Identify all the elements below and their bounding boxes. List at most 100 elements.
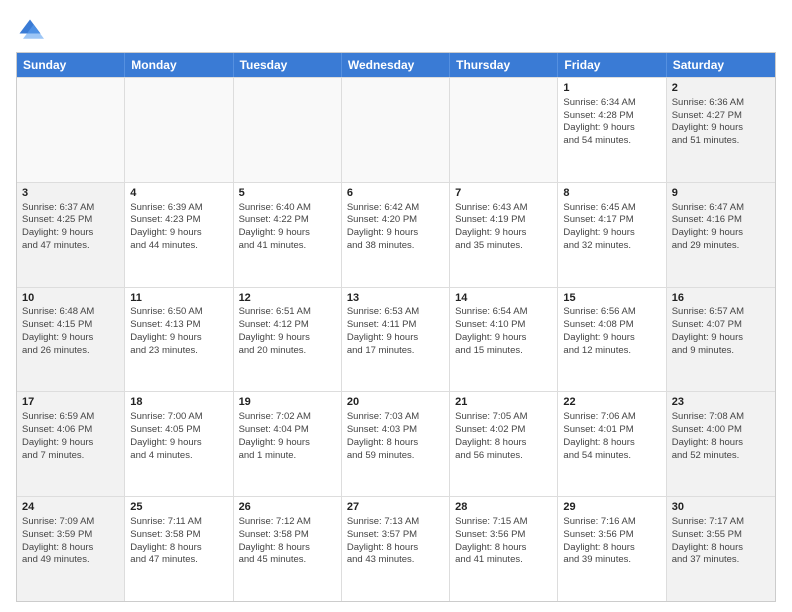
calendar-day-22: 22Sunrise: 7:06 AM Sunset: 4:01 PM Dayli…	[558, 392, 666, 496]
day-info: Sunrise: 7:15 AM Sunset: 3:56 PM Dayligh…	[455, 516, 552, 567]
day-number: 9	[672, 186, 770, 201]
day-info: Sunrise: 7:11 AM Sunset: 3:58 PM Dayligh…	[130, 516, 227, 567]
day-info: Sunrise: 6:51 AM Sunset: 4:12 PM Dayligh…	[239, 306, 336, 357]
logo-icon	[16, 16, 44, 44]
calendar-day-16: 16Sunrise: 6:57 AM Sunset: 4:07 PM Dayli…	[667, 288, 775, 392]
weekday-header-sunday: Sunday	[17, 53, 125, 77]
weekday-header-thursday: Thursday	[450, 53, 558, 77]
day-number: 26	[239, 500, 336, 515]
day-number: 20	[347, 395, 444, 410]
day-info: Sunrise: 7:12 AM Sunset: 3:58 PM Dayligh…	[239, 516, 336, 567]
day-info: Sunrise: 7:08 AM Sunset: 4:00 PM Dayligh…	[672, 411, 770, 462]
calendar-empty-cell	[342, 78, 450, 182]
calendar-empty-cell	[125, 78, 233, 182]
calendar-day-24: 24Sunrise: 7:09 AM Sunset: 3:59 PM Dayli…	[17, 497, 125, 601]
day-number: 21	[455, 395, 552, 410]
day-info: Sunrise: 6:57 AM Sunset: 4:07 PM Dayligh…	[672, 306, 770, 357]
day-info: Sunrise: 7:16 AM Sunset: 3:56 PM Dayligh…	[563, 516, 660, 567]
day-number: 27	[347, 500, 444, 515]
day-number: 12	[239, 291, 336, 306]
day-info: Sunrise: 6:40 AM Sunset: 4:22 PM Dayligh…	[239, 202, 336, 253]
calendar-day-25: 25Sunrise: 7:11 AM Sunset: 3:58 PM Dayli…	[125, 497, 233, 601]
weekday-header-saturday: Saturday	[667, 53, 775, 77]
calendar-day-5: 5Sunrise: 6:40 AM Sunset: 4:22 PM Daylig…	[234, 183, 342, 287]
day-number: 14	[455, 291, 552, 306]
day-info: Sunrise: 7:03 AM Sunset: 4:03 PM Dayligh…	[347, 411, 444, 462]
day-info: Sunrise: 7:05 AM Sunset: 4:02 PM Dayligh…	[455, 411, 552, 462]
day-number: 18	[130, 395, 227, 410]
day-number: 1	[563, 81, 660, 96]
weekday-header-wednesday: Wednesday	[342, 53, 450, 77]
day-number: 29	[563, 500, 660, 515]
calendar-body: 1Sunrise: 6:34 AM Sunset: 4:28 PM Daylig…	[17, 77, 775, 601]
day-number: 2	[672, 81, 770, 96]
day-number: 30	[672, 500, 770, 515]
day-info: Sunrise: 6:59 AM Sunset: 4:06 PM Dayligh…	[22, 411, 119, 462]
day-info: Sunrise: 7:06 AM Sunset: 4:01 PM Dayligh…	[563, 411, 660, 462]
calendar-day-28: 28Sunrise: 7:15 AM Sunset: 3:56 PM Dayli…	[450, 497, 558, 601]
calendar-day-19: 19Sunrise: 7:02 AM Sunset: 4:04 PM Dayli…	[234, 392, 342, 496]
day-number: 22	[563, 395, 660, 410]
day-info: Sunrise: 6:56 AM Sunset: 4:08 PM Dayligh…	[563, 306, 660, 357]
day-number: 25	[130, 500, 227, 515]
day-number: 3	[22, 186, 119, 201]
calendar-day-6: 6Sunrise: 6:42 AM Sunset: 4:20 PM Daylig…	[342, 183, 450, 287]
calendar-day-2: 2Sunrise: 6:36 AM Sunset: 4:27 PM Daylig…	[667, 78, 775, 182]
calendar-day-10: 10Sunrise: 6:48 AM Sunset: 4:15 PM Dayli…	[17, 288, 125, 392]
day-number: 23	[672, 395, 770, 410]
weekday-header-friday: Friday	[558, 53, 666, 77]
calendar-week-1: 1Sunrise: 6:34 AM Sunset: 4:28 PM Daylig…	[17, 77, 775, 182]
calendar-day-11: 11Sunrise: 6:50 AM Sunset: 4:13 PM Dayli…	[125, 288, 233, 392]
calendar-week-2: 3Sunrise: 6:37 AM Sunset: 4:25 PM Daylig…	[17, 182, 775, 287]
weekday-header-monday: Monday	[125, 53, 233, 77]
calendar-week-3: 10Sunrise: 6:48 AM Sunset: 4:15 PM Dayli…	[17, 287, 775, 392]
calendar-day-8: 8Sunrise: 6:45 AM Sunset: 4:17 PM Daylig…	[558, 183, 666, 287]
day-number: 19	[239, 395, 336, 410]
day-info: Sunrise: 6:48 AM Sunset: 4:15 PM Dayligh…	[22, 306, 119, 357]
day-number: 6	[347, 186, 444, 201]
calendar-day-9: 9Sunrise: 6:47 AM Sunset: 4:16 PM Daylig…	[667, 183, 775, 287]
day-number: 11	[130, 291, 227, 306]
day-info: Sunrise: 6:37 AM Sunset: 4:25 PM Dayligh…	[22, 202, 119, 253]
calendar-day-21: 21Sunrise: 7:05 AM Sunset: 4:02 PM Dayli…	[450, 392, 558, 496]
day-info: Sunrise: 6:45 AM Sunset: 4:17 PM Dayligh…	[563, 202, 660, 253]
day-info: Sunrise: 7:02 AM Sunset: 4:04 PM Dayligh…	[239, 411, 336, 462]
day-number: 24	[22, 500, 119, 515]
day-number: 16	[672, 291, 770, 306]
day-info: Sunrise: 7:00 AM Sunset: 4:05 PM Dayligh…	[130, 411, 227, 462]
calendar-day-29: 29Sunrise: 7:16 AM Sunset: 3:56 PM Dayli…	[558, 497, 666, 601]
calendar-day-13: 13Sunrise: 6:53 AM Sunset: 4:11 PM Dayli…	[342, 288, 450, 392]
day-info: Sunrise: 6:54 AM Sunset: 4:10 PM Dayligh…	[455, 306, 552, 357]
calendar: SundayMondayTuesdayWednesdayThursdayFrid…	[16, 52, 776, 602]
calendar-day-15: 15Sunrise: 6:56 AM Sunset: 4:08 PM Dayli…	[558, 288, 666, 392]
logo	[16, 16, 48, 44]
calendar-week-4: 17Sunrise: 6:59 AM Sunset: 4:06 PM Dayli…	[17, 391, 775, 496]
calendar-week-5: 24Sunrise: 7:09 AM Sunset: 3:59 PM Dayli…	[17, 496, 775, 601]
page: SundayMondayTuesdayWednesdayThursdayFrid…	[0, 0, 792, 612]
day-number: 5	[239, 186, 336, 201]
day-info: Sunrise: 6:53 AM Sunset: 4:11 PM Dayligh…	[347, 306, 444, 357]
calendar-day-7: 7Sunrise: 6:43 AM Sunset: 4:19 PM Daylig…	[450, 183, 558, 287]
calendar-day-3: 3Sunrise: 6:37 AM Sunset: 4:25 PM Daylig…	[17, 183, 125, 287]
day-number: 7	[455, 186, 552, 201]
calendar-day-1: 1Sunrise: 6:34 AM Sunset: 4:28 PM Daylig…	[558, 78, 666, 182]
calendar-day-17: 17Sunrise: 6:59 AM Sunset: 4:06 PM Dayli…	[17, 392, 125, 496]
day-info: Sunrise: 6:34 AM Sunset: 4:28 PM Dayligh…	[563, 97, 660, 148]
day-info: Sunrise: 6:43 AM Sunset: 4:19 PM Dayligh…	[455, 202, 552, 253]
calendar-day-27: 27Sunrise: 7:13 AM Sunset: 3:57 PM Dayli…	[342, 497, 450, 601]
header	[16, 16, 776, 44]
day-number: 28	[455, 500, 552, 515]
calendar-day-26: 26Sunrise: 7:12 AM Sunset: 3:58 PM Dayli…	[234, 497, 342, 601]
calendar-empty-cell	[450, 78, 558, 182]
day-info: Sunrise: 6:47 AM Sunset: 4:16 PM Dayligh…	[672, 202, 770, 253]
calendar-day-18: 18Sunrise: 7:00 AM Sunset: 4:05 PM Dayli…	[125, 392, 233, 496]
calendar-day-30: 30Sunrise: 7:17 AM Sunset: 3:55 PM Dayli…	[667, 497, 775, 601]
day-number: 4	[130, 186, 227, 201]
day-number: 10	[22, 291, 119, 306]
calendar-day-23: 23Sunrise: 7:08 AM Sunset: 4:00 PM Dayli…	[667, 392, 775, 496]
day-info: Sunrise: 6:42 AM Sunset: 4:20 PM Dayligh…	[347, 202, 444, 253]
day-info: Sunrise: 7:17 AM Sunset: 3:55 PM Dayligh…	[672, 516, 770, 567]
day-number: 17	[22, 395, 119, 410]
day-info: Sunrise: 6:50 AM Sunset: 4:13 PM Dayligh…	[130, 306, 227, 357]
calendar-empty-cell	[234, 78, 342, 182]
